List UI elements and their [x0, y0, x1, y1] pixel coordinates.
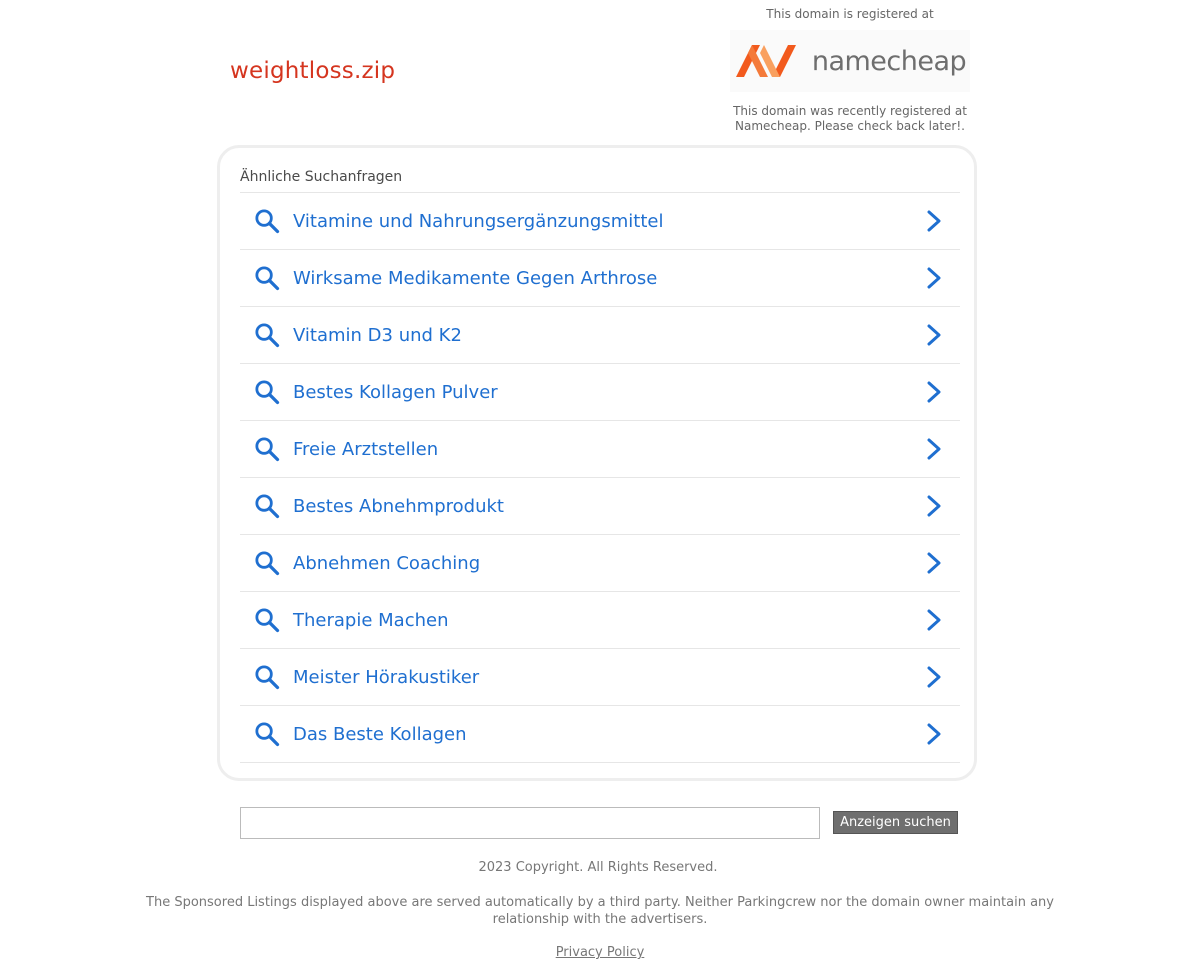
- related-search-item[interactable]: Bestes Abnehmprodukt: [240, 478, 960, 535]
- related-searches-heading: Ähnliche Suchanfragen: [240, 169, 403, 185]
- search-icon: [253, 264, 281, 292]
- namecheap-logo-icon: [735, 45, 796, 77]
- domain-title: weightloss.zip: [230, 58, 396, 84]
- parked-domain-page: weightloss.zip This domain is registered…: [0, 0, 1200, 974]
- registrar-top-text: This domain is registered at: [766, 7, 934, 21]
- privacy-policy-link[interactable]: Privacy Policy: [556, 945, 645, 960]
- search-icon: [253, 606, 281, 634]
- related-search-item[interactable]: Das Beste Kollagen: [240, 706, 960, 763]
- copyright-text: 2023 Copyright. All Rights Reserved.: [478, 860, 718, 875]
- privacy-row: Privacy Policy: [0, 945, 1200, 960]
- related-search-label: Vitamin D3 und K2: [293, 324, 462, 346]
- related-search-item[interactable]: Vitamin D3 und K2: [240, 307, 960, 364]
- search-icon: [253, 321, 281, 349]
- chevron-right-icon: [924, 380, 944, 404]
- related-search-label: Vitamine und Nahrungsergänzungsmittel: [293, 210, 664, 232]
- search-row: Anzeigen suchen: [240, 807, 960, 839]
- search-ads-button[interactable]: Anzeigen suchen: [833, 811, 958, 834]
- related-search-label: Abnehmen Coaching: [293, 552, 481, 574]
- chevron-right-icon: [924, 665, 944, 689]
- related-search-item[interactable]: Therapie Machen: [240, 592, 960, 649]
- chevron-right-icon: [924, 722, 944, 746]
- related-search-item[interactable]: Vitamine und Nahrungsergänzungsmittel: [240, 193, 960, 250]
- related-search-label: Das Beste Kollagen: [293, 723, 467, 745]
- registrar-panel: This domain is registered at namecheap T…: [720, 6, 980, 134]
- namecheap-logo-text: namecheap: [811, 45, 967, 77]
- chevron-right-icon: [924, 209, 944, 233]
- chevron-right-icon: [924, 608, 944, 632]
- related-search-label: Therapie Machen: [293, 609, 449, 631]
- related-search-item[interactable]: Wirksame Medikamente Gegen Arthrose: [240, 250, 960, 307]
- related-search-item[interactable]: Abnehmen Coaching: [240, 535, 960, 592]
- disclaimer-text: The Sponsored Listings displayed above a…: [146, 895, 1054, 927]
- search-icon: [253, 207, 281, 235]
- chevron-right-icon: [924, 437, 944, 461]
- related-search-item[interactable]: Bestes Kollagen Pulver: [240, 364, 960, 421]
- chevron-right-icon: [924, 323, 944, 347]
- related-search-item[interactable]: Meister Hörakustiker: [240, 649, 960, 706]
- namecheap-logo[interactable]: namecheap: [730, 30, 970, 92]
- search-icon: [253, 492, 281, 520]
- registrar-bottom-text: This domain was recently registered at N…: [733, 104, 967, 133]
- related-search-label: Freie Arztstellen: [293, 438, 439, 460]
- search-icon: [253, 549, 281, 577]
- related-search-label: Wirksame Medikamente Gegen Arthrose: [293, 267, 658, 289]
- chevron-right-icon: [924, 551, 944, 575]
- search-icon: [253, 435, 281, 463]
- chevron-right-icon: [924, 494, 944, 518]
- search-icon: [253, 663, 281, 691]
- search-input[interactable]: [240, 807, 820, 839]
- related-search-label: Bestes Kollagen Pulver: [293, 381, 498, 403]
- chevron-right-icon: [924, 266, 944, 290]
- related-search-label: Bestes Abnehmprodukt: [293, 495, 504, 517]
- search-icon: [253, 378, 281, 406]
- related-search-label: Meister Hörakustiker: [293, 666, 480, 688]
- related-search-item[interactable]: Freie Arztstellen: [240, 421, 960, 478]
- related-searches-list: Vitamine und Nahrungsergänzungsmittel Wir…: [240, 192, 960, 763]
- search-icon: [253, 720, 281, 748]
